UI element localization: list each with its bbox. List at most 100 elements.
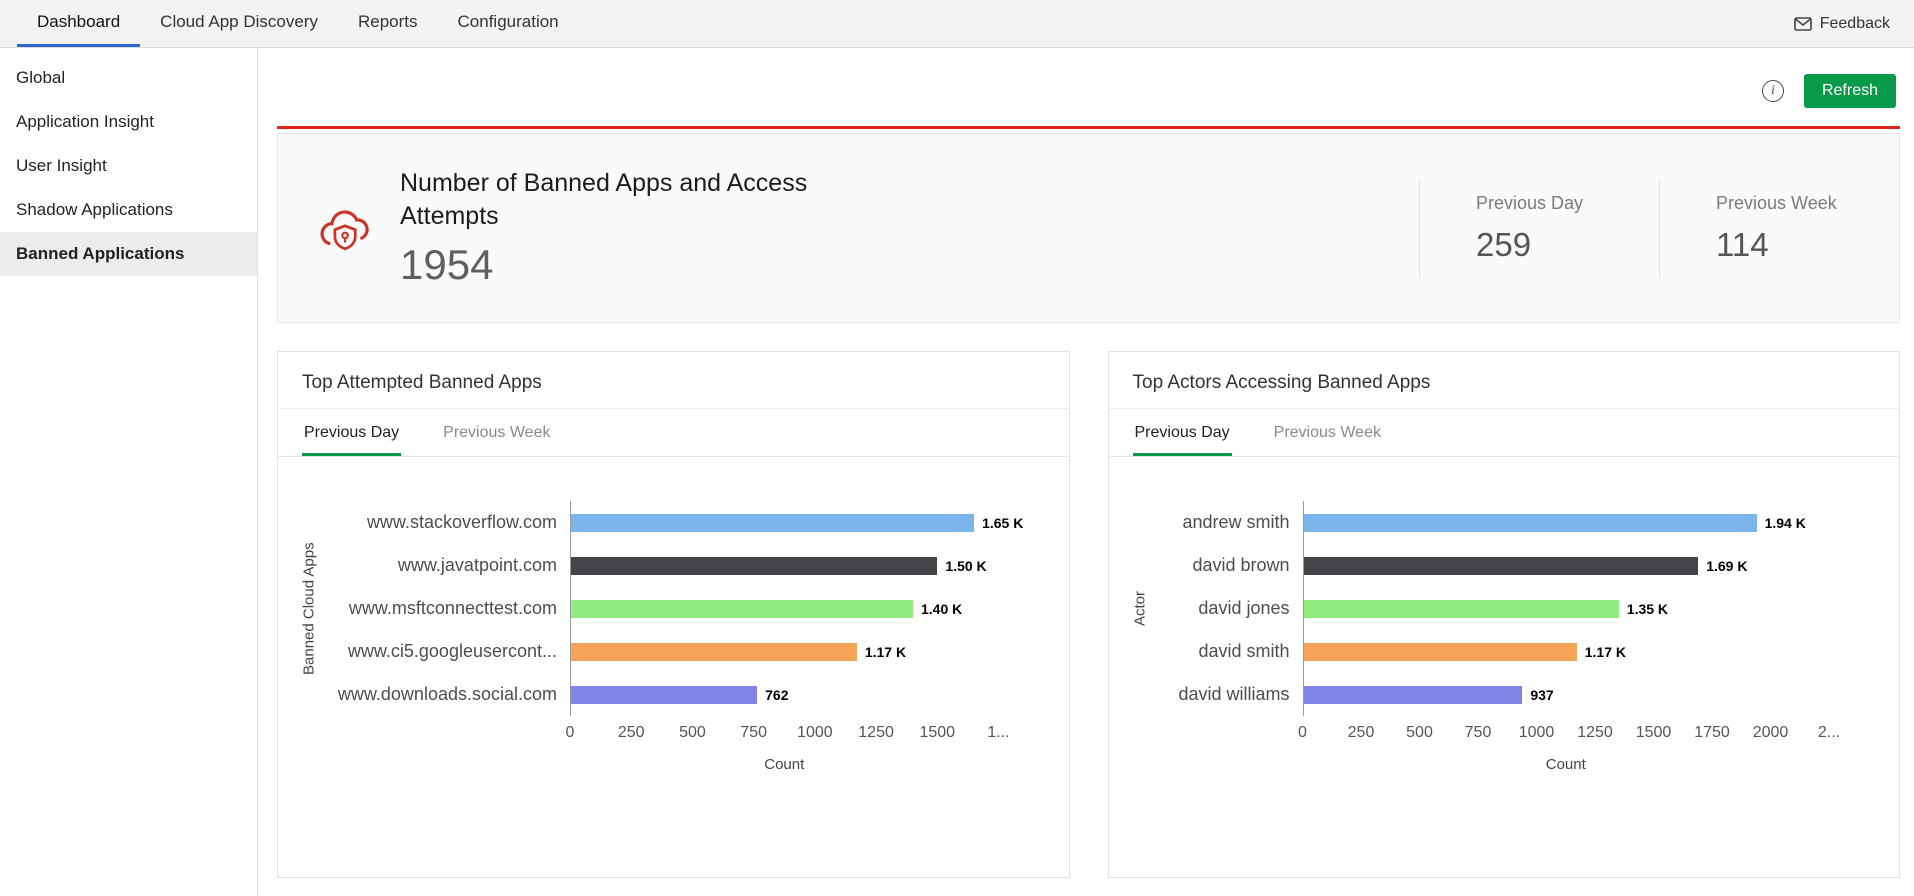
- bar-row: 1.94 K: [1303, 501, 1830, 544]
- x-tick-label: 1500: [1635, 724, 1672, 741]
- tab-previous-day[interactable]: Previous Day: [302, 409, 402, 456]
- tab-reports[interactable]: Reports: [338, 0, 438, 47]
- summary-stats: Previous Day 259 Previous Week 114: [1419, 178, 1899, 278]
- x-tick-label: 2...: [1817, 724, 1841, 741]
- bar-row: 1.35 K: [1303, 587, 1830, 630]
- bar[interactable]: [571, 685, 758, 704]
- bar-value-label: 1.35 K: [1626, 600, 1669, 617]
- tab-previous-day[interactable]: Previous Day: [1132, 409, 1232, 456]
- bar[interactable]: [1303, 599, 1619, 618]
- card-title: Top Attempted Banned Apps: [278, 352, 1069, 409]
- bar-chart-banned-apps: Banned Cloud Apps www.stackoverflow.com w…: [296, 501, 1045, 773]
- x-axis-ticks: 0 250 500 750 1000 1250 1500 1750 2000 2...: [1298, 724, 1840, 746]
- category-label: david jones: [1198, 598, 1290, 618]
- bar-row: 762: [571, 673, 999, 716]
- charts-row: Top Attempted Banned Apps Previous Day P…: [277, 351, 1900, 878]
- x-axis-ticks: 0 250 500 750 1000 1250 1500 1...: [566, 724, 1010, 746]
- bar[interactable]: [1303, 685, 1523, 704]
- bar-value-label: 937: [1530, 686, 1554, 703]
- category-label: www.downloads.social.com: [337, 684, 557, 704]
- stat-value: 259: [1476, 225, 1532, 263]
- bar-row: 1.17 K: [571, 630, 999, 673]
- sidebar-item-application-insight[interactable]: Application Insight: [0, 100, 257, 144]
- bar[interactable]: [571, 513, 975, 532]
- accent-divider: [277, 126, 1900, 129]
- summary-total-value: 1954: [400, 241, 494, 288]
- x-tick-label: 1750: [1694, 724, 1730, 741]
- x-tick-label: 500: [679, 724, 706, 741]
- x-tick-label: 2000: [1752, 724, 1789, 741]
- refresh-button[interactable]: Refresh: [1803, 74, 1896, 108]
- banned-cloud-shield-icon: [314, 202, 374, 261]
- x-tick-label: 500: [1406, 724, 1433, 741]
- bar-value-label: 1.40 K: [921, 600, 963, 617]
- bar-value-label: 1.50 K: [945, 557, 987, 574]
- category-labels: andrew smith david brown david jones david …: [1153, 501, 1303, 773]
- category-label: www.javatpoint.com: [397, 555, 557, 575]
- x-tick-label: 1500: [919, 724, 956, 741]
- card-tabs: Previous Day Previous Week: [278, 409, 1069, 457]
- category-label: www.stackoverflow.com: [366, 512, 557, 532]
- bar[interactable]: [1303, 556, 1699, 575]
- x-tick-label: 250: [617, 724, 645, 741]
- x-tick-label: 250: [1347, 724, 1375, 741]
- tab-previous-week[interactable]: Previous Week: [1272, 409, 1383, 456]
- tab-cloud-app-discovery[interactable]: Cloud App Discovery: [140, 0, 338, 47]
- stat-label: Previous Week: [1716, 192, 1837, 213]
- bar-row: 1.69 K: [1303, 544, 1830, 587]
- main-content: i Refresh Number of Banned Apps and Acce…: [258, 48, 1914, 896]
- bar-row: 937: [1303, 673, 1830, 716]
- stat-previous-week: Previous Week 114: [1659, 178, 1899, 278]
- bar-chart-actors: Actor andrew smith david brown david jones…: [1127, 501, 1876, 773]
- y-axis-title: Banned Cloud Apps: [300, 542, 318, 675]
- top-navigation-bar: Dashboard Cloud App Discovery Reports Co…: [0, 0, 1914, 48]
- tab-dashboard[interactable]: Dashboard: [17, 0, 141, 47]
- bar[interactable]: [1303, 513, 1757, 532]
- plot-area: 1.65 K 1.50 K 1.40 K 1.17 K 762 0 250 500 750 10…: [566, 501, 1045, 773]
- x-axis-title: Count: [764, 756, 805, 773]
- sidebar-item-user-insight[interactable]: User Insight: [0, 144, 257, 188]
- bar-row: 1.17 K: [1303, 630, 1830, 673]
- stat-value: 114: [1716, 225, 1769, 263]
- bar-value-label: 1.17 K: [1584, 643, 1626, 660]
- category-label: david smith: [1198, 641, 1290, 661]
- plot-area: 1.94 K 1.69 K 1.35 K 1.17 K 937 0 250 500 750 10…: [1298, 501, 1876, 773]
- bar-value-label: 1.69 K: [1706, 557, 1748, 574]
- summary-title: Number of Banned Apps and Access Attempt…: [400, 169, 808, 230]
- tab-previous-week[interactable]: Previous Week: [441, 409, 552, 456]
- category-label: www.ci5.googleusercont...: [347, 641, 557, 661]
- feedback-button[interactable]: Feedback: [1793, 0, 1890, 47]
- envelope-icon: [1793, 16, 1812, 31]
- feedback-label: Feedback: [1819, 14, 1890, 32]
- y-axis-title: Actor: [1131, 591, 1148, 627]
- bar-value-label: 762: [765, 686, 789, 703]
- info-icon[interactable]: i: [1761, 80, 1784, 102]
- main-toolbar: i Refresh: [258, 48, 1914, 126]
- bar-row: 1.50 K: [571, 544, 999, 587]
- x-tick-label: 1...: [987, 724, 1010, 741]
- stat-label: Previous Day: [1476, 192, 1584, 213]
- card-top-attempted-banned-apps: Top Attempted Banned Apps Previous Day P…: [277, 351, 1070, 878]
- sidebar: Global Application Insight User Insight …: [0, 48, 258, 896]
- x-tick-label: 1250: [858, 724, 894, 741]
- category-label: www.msftconnecttest.com: [348, 598, 557, 618]
- category-label: david williams: [1178, 684, 1290, 704]
- bar-value-label: 1.94 K: [1764, 514, 1806, 531]
- bar[interactable]: [571, 642, 857, 661]
- x-tick-label: 1000: [797, 724, 833, 741]
- card-title: Top Actors Accessing Banned Apps: [1108, 352, 1899, 409]
- x-tick-label: 750: [1464, 724, 1492, 741]
- x-axis-title: Count: [1545, 756, 1586, 773]
- sidebar-item-shadow-applications[interactable]: Shadow Applications: [0, 188, 257, 232]
- bar[interactable]: [1303, 642, 1577, 661]
- category-labels: www.stackoverflow.com www.javatpoint.com w…: [322, 501, 570, 773]
- summary-card: Number of Banned Apps and Access Attempt…: [277, 133, 1900, 323]
- top-nav-tabs: Dashboard Cloud App Discovery Reports Co…: [17, 0, 579, 47]
- sidebar-item-banned-applications[interactable]: Banned Applications: [0, 232, 257, 276]
- sidebar-item-global[interactable]: Global: [0, 56, 257, 100]
- bar[interactable]: [571, 556, 938, 575]
- category-label: andrew smith: [1182, 512, 1290, 532]
- bar[interactable]: [571, 599, 913, 618]
- summary-text: Number of Banned Apps and Access Attempt…: [400, 167, 860, 289]
- tab-configuration[interactable]: Configuration: [438, 0, 579, 47]
